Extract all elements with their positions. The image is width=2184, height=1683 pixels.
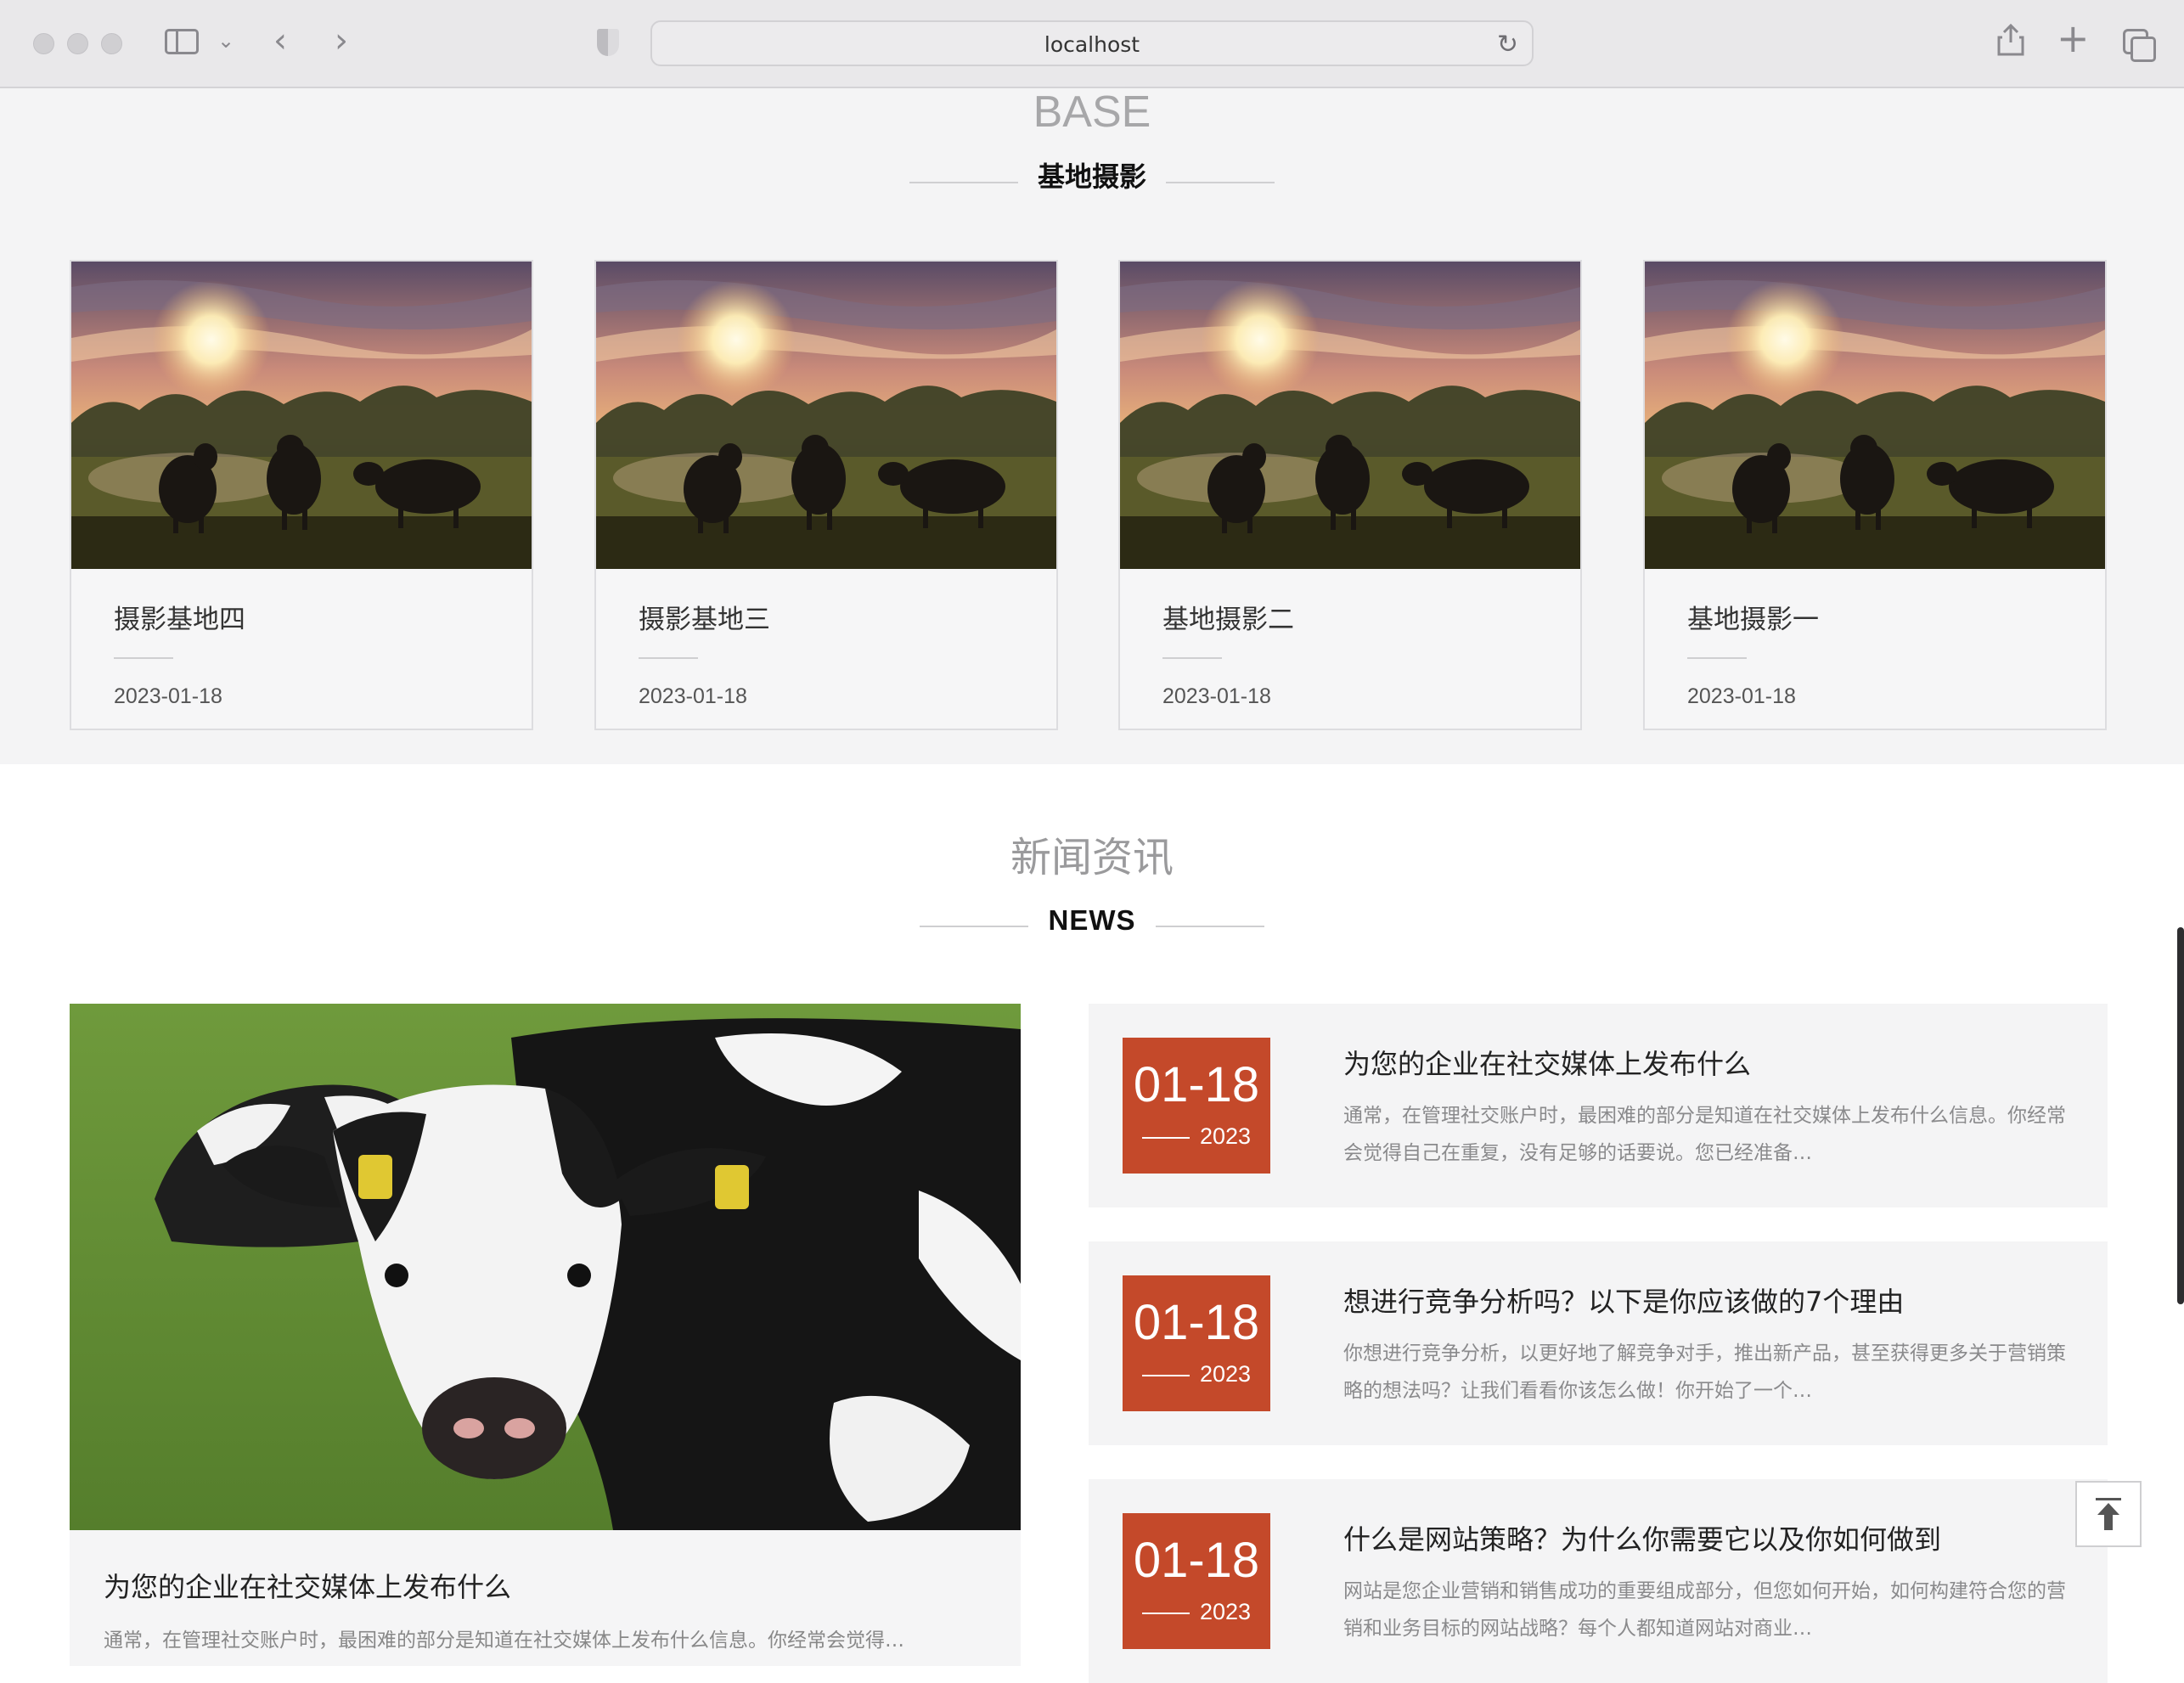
shield-icon[interactable]: [597, 29, 619, 56]
news-item-title[interactable]: 为您的企业在社交媒体上发布什么: [1343, 1043, 1751, 1082]
base-card[interactable]: 摄影基地三 2023-01-18: [594, 260, 1058, 730]
news-date-year: 2023: [1199, 1123, 1252, 1149]
card-divider: [114, 657, 173, 659]
share-icon[interactable]: [1997, 23, 2024, 61]
heading-divider-right: [1166, 181, 1275, 183]
news-list-item[interactable]: 01-18 2023 想进行竞争分析吗？以下是你应该做的7个理由 你想进行竞争分…: [1089, 1241, 2108, 1445]
card-title[interactable]: 基地摄影一: [1687, 598, 1819, 636]
news-date-year: 2023: [1199, 1361, 1252, 1387]
card-divider: [1687, 657, 1747, 659]
tabs-overview-icon[interactable]: [2123, 29, 2156, 62]
card-date: 2023-01-18: [1162, 684, 1271, 708]
base-section: BASE 基地摄影 摄影基地四 2023-01-18 摄影基地三 2023-01…: [0, 88, 2184, 764]
news-heading-row: NEWS: [0, 900, 2184, 941]
minimize-window-button[interactable]: [67, 33, 88, 54]
news-date-year-row: 2023: [1123, 1123, 1270, 1150]
reload-icon[interactable]: ↻: [1497, 30, 1518, 59]
arrow-up-icon: [2096, 1498, 2121, 1530]
card-title[interactable]: 基地摄影二: [1162, 598, 1294, 636]
news-date-md: 01-18: [1133, 1533, 1260, 1588]
section-heading-row: 基地摄影: [0, 156, 2184, 197]
featured-news-card[interactable]: 为您的企业在社交媒体上发布什么 通常，在管理社交账户时，最困难的部分是知道在社交…: [70, 1004, 1021, 1666]
base-card[interactable]: 基地摄影一 2023-01-18: [1643, 260, 2107, 730]
card-image: [71, 262, 532, 569]
card-title[interactable]: 摄影基地三: [639, 598, 770, 636]
close-window-button[interactable]: [33, 33, 54, 54]
date-dash: [1141, 1374, 1190, 1376]
back-icon[interactable]: ‹: [273, 24, 287, 58]
back-to-top-button[interactable]: [2075, 1481, 2142, 1547]
section-heading-cn: 基地摄影: [1037, 160, 1146, 193]
base-card[interactable]: 基地摄影二 2023-01-18: [1118, 260, 1582, 730]
news-heading-en: NEWS: [1048, 904, 1136, 936]
new-tab-icon[interactable]: +: [2057, 19, 2090, 58]
forward-icon[interactable]: ›: [335, 24, 348, 58]
news-item-excerpt: 通常，在管理社交账户时，最困难的部分是知道在社交媒体上发布什么信息。你经常会觉得…: [1343, 1105, 2066, 1164]
news-date-year-row: 2023: [1123, 1598, 1270, 1625]
news-item-excerpt: 网站是您企业营销和销售成功的重要组成部分，但您如何开始，如何构建符合您的营销和业…: [1343, 1580, 2066, 1640]
featured-news-excerpt: 通常，在管理社交账户时，最困难的部分是知道在社交媒体上发布什么信息。你经常会觉得…: [104, 1630, 904, 1652]
heading-divider-right: [1155, 925, 1264, 927]
card-title[interactable]: 摄影基地四: [114, 598, 245, 636]
sidebar-icon[interactable]: [165, 29, 199, 54]
news-date-md: 01-18: [1133, 1295, 1260, 1350]
featured-news-title[interactable]: 为您的企业在社交媒体上发布什么: [104, 1566, 511, 1605]
zoom-window-button[interactable]: [101, 33, 122, 54]
news-item-excerpt: 你想进行竞争分析，以更好地了解竞争对手，推出新产品，甚至获得更多关于营销策略的想…: [1343, 1342, 2066, 1402]
date-dash: [1141, 1136, 1190, 1139]
news-date-badge: 01-18 2023: [1123, 1513, 1270, 1649]
base-card[interactable]: 摄影基地四 2023-01-18: [70, 260, 533, 730]
heading-divider-left: [909, 181, 1018, 183]
news-date-md: 01-18: [1133, 1057, 1260, 1112]
card-date: 2023-01-18: [114, 684, 222, 708]
news-list-item[interactable]: 01-18 2023 什么是网站策略？为什么你需要它以及你如何做到 网站是您企业…: [1089, 1479, 2108, 1683]
news-date-badge: 01-18 2023: [1123, 1275, 1270, 1411]
heading-divider-left: [920, 925, 1029, 927]
address-bar[interactable]: localhost ↻: [650, 20, 1534, 66]
page-scrollbar[interactable]: [2177, 927, 2184, 1304]
card-image: [1645, 262, 2105, 569]
card-divider: [1162, 657, 1222, 659]
news-date-badge: 01-18 2023: [1123, 1038, 1270, 1174]
card-divider: [639, 657, 698, 659]
featured-news-image: [70, 1004, 1021, 1530]
news-item-title[interactable]: 什么是网站策略？为什么你需要它以及你如何做到: [1343, 1518, 1941, 1557]
news-date-year: 2023: [1199, 1599, 1252, 1624]
card-image: [1120, 262, 1580, 569]
section-heading-en: BASE: [1033, 87, 1151, 137]
date-dash: [1141, 1612, 1190, 1614]
news-date-year-row: 2023: [1123, 1360, 1270, 1387]
news-heading-cn: 新闻资讯: [1010, 834, 1174, 881]
browser-toolbar: ⌄ ‹ › localhost ↻ +: [0, 0, 2184, 88]
chevron-down-icon[interactable]: ⌄: [217, 31, 234, 51]
card-date: 2023-01-18: [639, 684, 747, 708]
card-image: [596, 262, 1056, 569]
card-date: 2023-01-18: [1687, 684, 1796, 708]
news-list-item[interactable]: 01-18 2023 为您的企业在社交媒体上发布什么 通常，在管理社交账户时，最…: [1089, 1004, 2108, 1207]
news-item-title[interactable]: 想进行竞争分析吗？以下是你应该做的7个理由: [1343, 1281, 1904, 1320]
url-text: localhost: [1044, 32, 1140, 57]
